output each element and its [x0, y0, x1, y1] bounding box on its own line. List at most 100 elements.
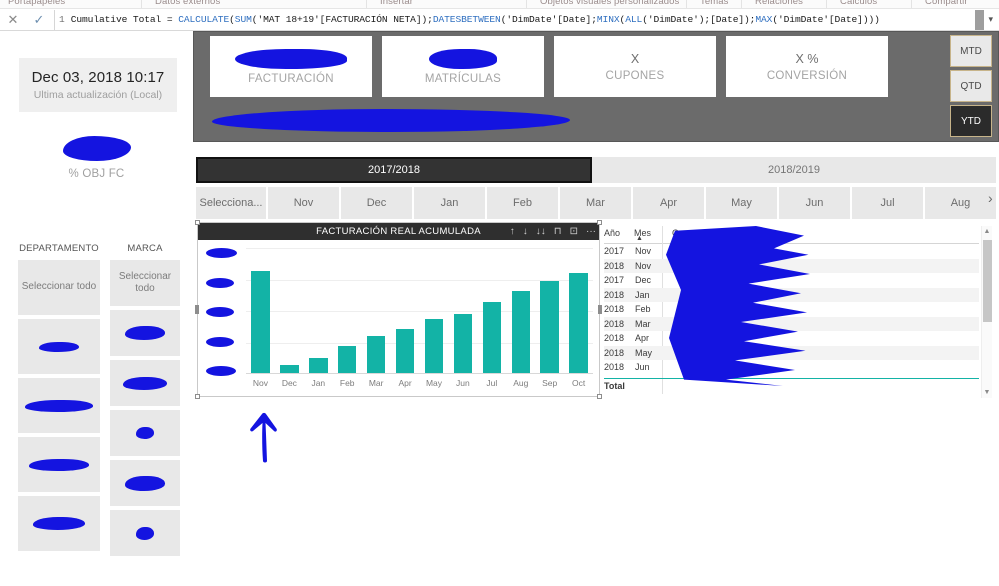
bar-mar[interactable]	[366, 336, 386, 374]
selection-handle-tl[interactable]	[195, 220, 200, 225]
table-cell-mes: Dec	[635, 275, 652, 286]
x-axis-tick-may: May	[425, 378, 443, 388]
ribbon-tab-objetos-visuales-personalizados[interactable]: Objetos visuales personalizados	[540, 0, 679, 7]
table-cell-ano: 2018	[604, 260, 625, 271]
bar-feb[interactable]	[337, 346, 357, 374]
selection-handle-left[interactable]	[195, 304, 199, 314]
table-row[interactable]: 2018 May	[604, 345, 979, 360]
month-tab-dec[interactable]: Dec	[341, 187, 412, 219]
bar-nov[interactable]	[251, 270, 270, 374]
table-row[interactable]: 2018 Mar	[604, 316, 979, 331]
selection-handle-right[interactable]	[598, 304, 602, 314]
kpi-card-cupones[interactable]: X CUPONES	[554, 36, 716, 97]
slicer-departamento-item-0[interactable]: Seleccionar todo	[18, 260, 100, 315]
bar-may[interactable]	[424, 318, 444, 374]
month-tab-aug[interactable]: Aug	[925, 187, 996, 219]
table-cell-ano: 2017	[604, 246, 625, 257]
drill-hierarchy-icon[interactable]: ⊓	[554, 226, 562, 237]
month-tab-jan[interactable]: Jan	[414, 187, 485, 219]
month-tab-selecciona[interactable]: Selecciona...	[196, 187, 266, 219]
kpi-card-conversi-n[interactable]: X % CONVERSIÓN	[726, 36, 888, 97]
table-cell-ano: 2018	[604, 347, 625, 358]
table-scrollbar[interactable]: ▲ ▼	[981, 226, 992, 398]
month-tab-jul[interactable]: Jul	[852, 187, 923, 219]
expand-all-down-icon[interactable]: ↓↓	[536, 226, 546, 237]
selection-handle-bl[interactable]	[195, 394, 200, 399]
slicer-departamento-item-3[interactable]	[18, 437, 100, 492]
month-tab-jun[interactable]: Jun	[779, 187, 850, 219]
table-cell-ano: 2018	[604, 289, 625, 300]
more-options-icon[interactable]: ···	[586, 226, 596, 237]
period-button-ytd[interactable]: YTD	[950, 105, 992, 137]
year-tab-2017-2018[interactable]: 2017/2018	[196, 157, 592, 183]
formula-expression[interactable]: Cumulative Total = CALCULATE(SUM('MAT 18…	[65, 14, 880, 25]
chevron-right-icon[interactable]: ›	[988, 190, 993, 206]
slicer-departamento-item-4[interactable]	[18, 496, 100, 551]
table-visual-cumulative-total[interactable]: Año Mes ▲ Cumulative Total 2017Nov2018No…	[604, 226, 979, 394]
period-button-mtd[interactable]: MTD	[950, 35, 992, 67]
x-axis-tick-oct: Oct	[571, 378, 586, 388]
slicer-marca-item-3[interactable]	[110, 410, 180, 456]
bar-aug[interactable]	[511, 290, 530, 374]
ribbon-tab-relaciones[interactable]: Relaciones	[755, 0, 803, 7]
table-column-header-mes[interactable]: Mes ▲	[634, 226, 672, 242]
month-tab-feb[interactable]: Feb	[487, 187, 558, 219]
ribbon-tab-c-lculos[interactable]: Cálculos	[840, 0, 877, 7]
x-axis-tick-jul: Jul	[486, 378, 498, 388]
month-tab-nov[interactable]: Nov	[268, 187, 339, 219]
month-tab-mar[interactable]: Mar	[560, 187, 631, 219]
scrollbar-thumb[interactable]	[983, 240, 992, 322]
ribbon-tab-temas[interactable]: Temas	[700, 0, 728, 7]
period-button-qtd[interactable]: QTD	[950, 70, 992, 102]
slicer-marca-item-2-redacted	[123, 376, 167, 390]
bar-sep[interactable]	[540, 280, 559, 374]
year-tab-2018-2019[interactable]: 2018/2019	[592, 157, 996, 183]
dax-formula-bar[interactable]: ✕ ✓ 1 Cumulative Total = CALCULATE(SUM('…	[0, 9, 999, 31]
selection-handle-tr[interactable]	[597, 220, 602, 225]
power-bi-report-window: Portapapeles Datos externos Insertar Objeto…	[0, 0, 999, 586]
bar-jan[interactable]	[309, 357, 328, 374]
y-axis-tick-redacted-0	[206, 248, 237, 258]
sort-ascending-icon: ▲	[636, 235, 643, 242]
ribbon-tab-datos-externos[interactable]: Datos externos	[155, 0, 220, 7]
cancel-formula-icon[interactable]: ✕	[0, 10, 26, 30]
slicer-departamento-item-1[interactable]	[18, 319, 100, 374]
chart-visual-facturacion-acumulada[interactable]: FACTURACIÓN REAL ACUMULADA ↑ ↓ ↓↓ ⊓ ⊡ ··· Nov…	[195, 220, 602, 399]
month-tab-apr[interactable]: Apr	[633, 187, 704, 219]
kpi-label: CUPONES	[605, 69, 665, 82]
table-row[interactable]: 2018 Jun	[604, 360, 979, 375]
table-row[interactable]: 2018 Apr	[604, 331, 979, 346]
formula-bar-grip[interactable]	[975, 9, 985, 30]
kpi-card-matr-culas[interactable]: MATRÍCULAS	[382, 36, 544, 97]
ribbon-tab-compartir[interactable]: Compartir	[925, 0, 968, 7]
slicer-marca-item-2[interactable]	[110, 360, 180, 406]
x-axis-tick-sep: Sep	[542, 378, 558, 388]
chevron-down-icon[interactable]: ▾	[984, 14, 997, 25]
bar-apr[interactable]	[395, 328, 415, 374]
slicer-marca-item-4[interactable]	[110, 460, 180, 506]
slicer-marca-item-1[interactable]	[110, 310, 180, 356]
drill-down-arrow-icon[interactable]: ↓	[523, 226, 528, 237]
slicer-marca-item-5[interactable]	[110, 510, 180, 556]
formula-line-number: 1	[54, 9, 65, 30]
drill-up-arrow-icon[interactable]: ↑	[510, 226, 515, 237]
slicer-marca-item-0[interactable]: Seleccionar todo	[110, 260, 180, 306]
month-tab-may[interactable]: May	[706, 187, 777, 219]
accept-formula-icon[interactable]: ✓	[26, 10, 52, 30]
slicer-departamento-item-2[interactable]	[18, 378, 100, 433]
chevron-up-icon[interactable]: ▲	[982, 226, 992, 237]
bar-oct[interactable]	[569, 273, 588, 374]
focus-mode-icon[interactable]: ⊡	[570, 226, 578, 237]
bar-jul[interactable]	[482, 302, 502, 374]
ribbon-separator	[141, 0, 142, 8]
ribbon-tab-portapapeles[interactable]: Portapapeles	[8, 0, 65, 7]
table-column-header-ano[interactable]: Año	[604, 226, 634, 238]
slicer-marca-item-1-redacted	[125, 326, 165, 340]
x-axis-tick-apr: Apr	[398, 378, 412, 388]
selection-handle-br[interactable]	[597, 394, 602, 399]
period-button-group: MTD QTD YTD	[950, 35, 992, 140]
ribbon-tab-insertar[interactable]: Insertar	[380, 0, 413, 7]
chevron-down-icon[interactable]: ▼	[982, 387, 992, 398]
kpi-card-facturaci-n[interactable]: FACTURACIÓN	[210, 36, 372, 97]
bar-jun[interactable]	[453, 313, 473, 374]
